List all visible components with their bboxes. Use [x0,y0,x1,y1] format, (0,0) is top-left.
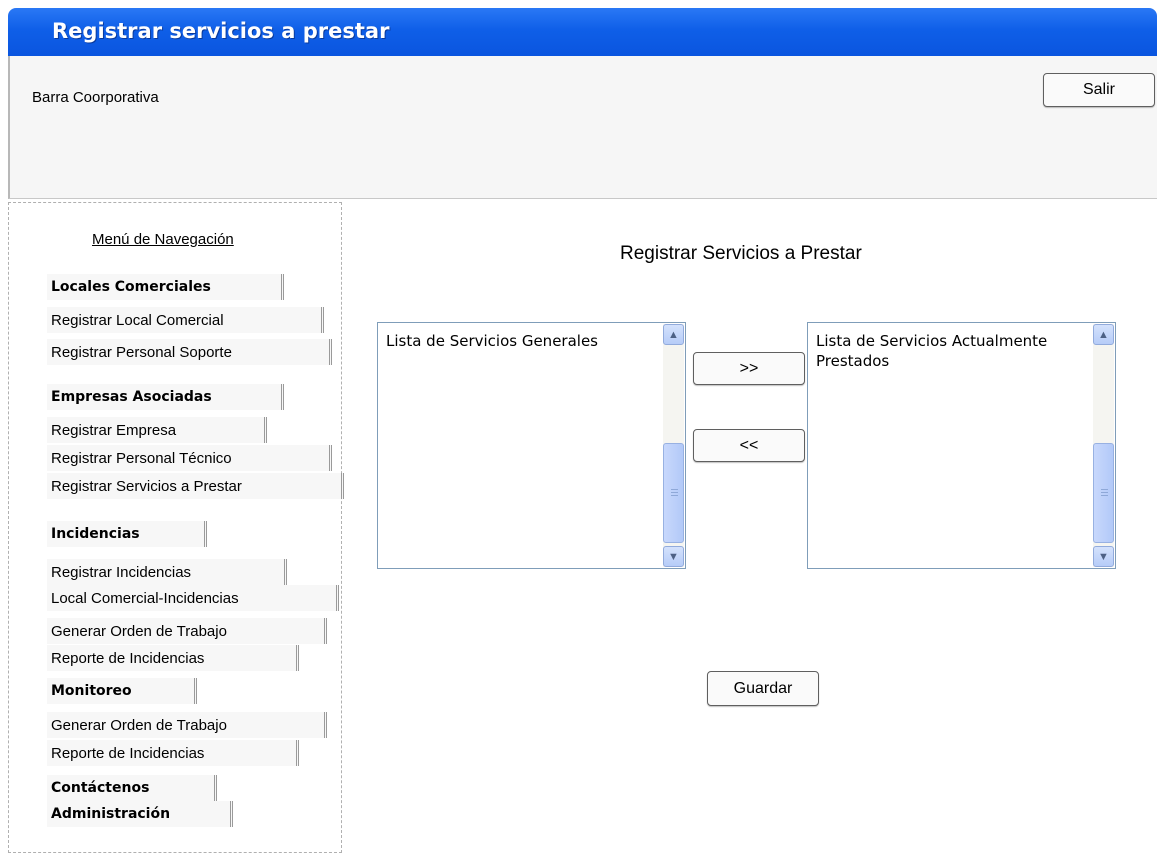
chevron-up-icon[interactable]: ▲ [663,324,684,345]
current-services-list-label: Lista de Servicios Actualmente Prestados [816,332,1048,370]
current-list-scroll-thumb[interactable] [1093,443,1114,543]
current-list-scrollbar[interactable]: ▲ ▼ [1093,324,1114,567]
corporate-bar: Barra Coorporativa [8,56,1157,199]
nav-item-label: Reporte de Incidencias [51,649,205,667]
nav-group-incidencias[interactable]: Incidencias [47,521,207,547]
page-title: Registrar Servicios a Prestar [620,243,862,264]
nav-group-monitoreo[interactable]: Monitoreo [47,678,197,704]
nav-item-label: Registrar Empresa [51,421,177,439]
nav-item-registrar-empresa[interactable]: Registrar Empresa [47,417,267,443]
nav-item-registrar-personal-soporte[interactable]: Registrar Personal Soporte [47,339,332,365]
nav-item-label: Monitoreo [51,683,132,699]
chevron-up-icon[interactable]: ▲ [1093,324,1114,345]
general-services-list[interactable]: Lista de Servicios Generales ▲ ▼ [377,322,686,569]
nav-item-label: Registrar Local Comercial [51,311,224,329]
current-services-list[interactable]: Lista de Servicios Actualmente Prestados… [807,322,1116,569]
exit-button[interactable]: Salir [1043,73,1155,107]
window-title: Registrar servicios a prestar [52,19,390,43]
nav-item-label: Registrar Incidencias [51,563,192,581]
nav-group-empresas-asociadas[interactable]: Empresas Asociadas [47,384,284,410]
nav-item-label: Locales Comerciales [51,279,211,295]
nav-item-label: Incidencias [51,526,140,542]
chevron-down-icon[interactable]: ▼ [1093,546,1114,567]
nav-item-registrar-personal-tecnico[interactable]: Registrar Personal Técnico [47,445,332,471]
nav-item-local-comercial-incidencias[interactable]: Local Comercial-Incidencias [47,585,339,611]
general-services-list-label: Lista de Servicios Generales [386,332,598,350]
nav-item-reporte-de-incidencias[interactable]: Reporte de Incidencias [47,645,299,671]
nav-item-monitoreo-generar-orden-de-trabajo[interactable]: Generar Orden de Trabajo [47,712,327,738]
remove-service-button[interactable]: << [693,429,805,462]
nav-item-label: Administración [51,806,171,822]
nav-item-label: Registrar Servicios a Prestar [51,477,242,495]
add-service-button[interactable]: >> [693,352,805,385]
chevron-down-icon[interactable]: ▼ [663,546,684,567]
nav-item-generar-orden-de-trabajo[interactable]: Generar Orden de Trabajo [47,618,327,644]
nav-menu-heading: Menú de Navegación [92,231,234,248]
nav-item-label: Registrar Personal Técnico [51,449,232,467]
save-button[interactable]: Guardar [707,671,819,706]
nav-item-label: Generar Orden de Trabajo [51,716,227,734]
nav-item-label: Empresas Asociadas [51,389,212,405]
nav-item-label: Contáctenos [51,780,150,796]
nav-group-administracion[interactable]: Administración [47,801,233,827]
corporate-bar-label: Barra Coorporativa [32,89,159,106]
nav-item-label: Generar Orden de Trabajo [51,622,227,640]
nav-item-registrar-local-comercial[interactable]: Registrar Local Comercial [47,307,324,333]
navigation-sidebar: Menú de Navegación Locales Comerciales R… [8,202,344,853]
nav-group-contactenos[interactable]: Contáctenos [47,775,217,801]
nav-item-label: Reporte de Incidencias [51,744,205,762]
general-list-scrollbar[interactable]: ▲ ▼ [663,324,684,567]
nav-item-label: Registrar Personal Soporte [51,343,232,361]
window-titlebar: Registrar servicios a prestar [8,8,1157,56]
nav-item-registrar-incidencias[interactable]: Registrar Incidencias [47,559,287,585]
nav-item-monitoreo-reporte-de-incidencias[interactable]: Reporte de Incidencias [47,740,299,766]
nav-item-label: Local Comercial-Incidencias [51,589,239,607]
nav-group-locales-comerciales[interactable]: Locales Comerciales [47,274,284,300]
nav-item-registrar-servicios-a-prestar[interactable]: Registrar Servicios a Prestar [47,473,344,499]
general-list-scroll-thumb[interactable] [663,443,684,543]
